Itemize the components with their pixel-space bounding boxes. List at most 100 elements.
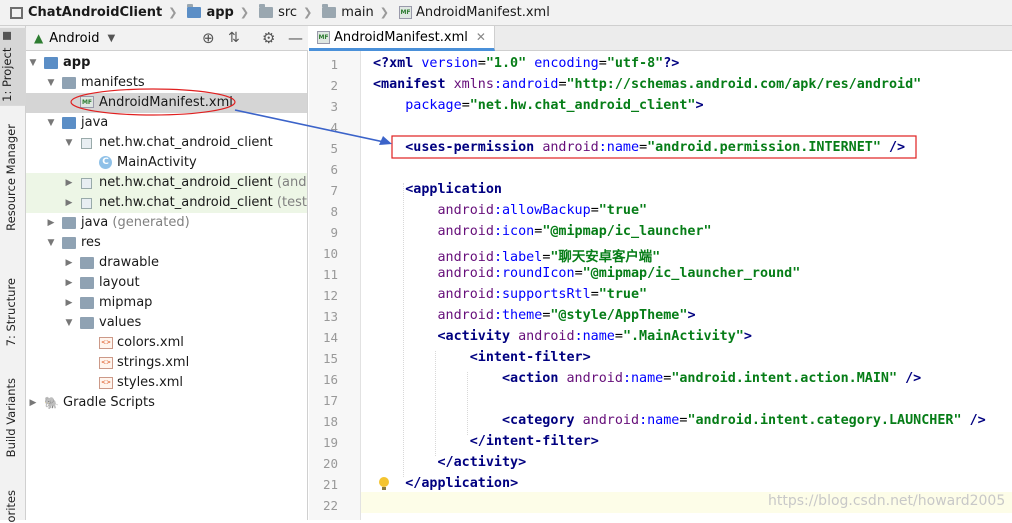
chevron-right-icon: ❯ [303,6,313,19]
tree-item-java[interactable]: ▼ java [26,113,307,133]
code-line[interactable]: <category android:name="android.intent.c… [373,413,986,428]
gear-icon[interactable]: ⚙ [262,29,275,47]
package-icon [81,198,92,209]
collapse-all-icon[interactable]: ⇅ [228,30,240,46]
resource-folder-icon [62,237,76,249]
code-line[interactable]: </application> [373,476,518,491]
code-line[interactable]: <uses-permission android:name="android.p… [373,140,905,155]
close-icon[interactable]: ✕ [476,30,486,44]
tree-item-java-generated[interactable]: ▶ java (generated) [26,213,307,233]
code-line[interactable]: </activity> [373,455,527,470]
code-line[interactable]: <manifest xmlns:android="http://schemas.… [373,77,921,92]
code-line[interactable]: android:supportsRtl="true" [373,287,648,302]
package-icon [81,178,92,189]
breadcrumb-main[interactable]: main ❯ [312,4,389,20]
chevron-right-icon[interactable]: ▶ [64,173,74,193]
tree-item-res[interactable]: ▼ res [26,233,307,253]
tab-androidmanifest[interactable]: MF AndroidManifest.xml ✕ [309,26,495,51]
xml-file-icon: <> [99,377,113,389]
resource-manager-tool-tab[interactable]: Resource Manager [4,124,18,231]
tree-item-colors-xml[interactable]: <> colors.xml [26,333,307,353]
code-line[interactable]: <action android:name="android.intent.act… [373,371,921,386]
code-line[interactable]: android:icon="@mipmap/ic_launcher" [373,224,712,239]
tree-item-values[interactable]: ▼ values [26,313,307,333]
line-number: 6 [330,162,338,177]
build-variants-tool-tab[interactable]: Build Variants [4,378,18,457]
line-number: 12 [322,288,338,303]
tree-item-strings-xml[interactable]: <> strings.xml [26,353,307,373]
line-number: 13 [322,309,338,324]
tree-item-package-main[interactable]: ▼ net.hw.chat_android_client [26,133,307,153]
chevron-down-icon[interactable]: ▼ [108,33,116,44]
folder-icon [80,317,94,329]
tree-item-mainactivity[interactable]: C MainActivity [26,153,307,173]
chevron-right-icon: ❯ [239,6,250,19]
code-line[interactable]: android:roundIcon="@mipmap/ic_launcher_r… [373,266,801,281]
chevron-right-icon[interactable]: ▶ [64,253,74,273]
breadcrumb-module[interactable]: app ❯ [177,4,250,20]
chevron-right-icon[interactable]: ▶ [28,393,38,413]
folder-icon [62,77,76,89]
code-line[interactable]: <activity android:name=".MainActivity"> [373,329,752,344]
code-line[interactable]: android:theme="@style/AppTheme"> [373,308,696,323]
breadcrumb-file[interactable]: MF AndroidManifest.xml [389,5,550,20]
code-line[interactable]: android:label="聊天安卓客户端" [373,245,661,265]
android-icon: ▲ [34,31,44,45]
folder-icon [3,32,11,40]
chevron-down-icon[interactable]: ▼ [46,113,56,133]
line-number: 14 [322,330,338,345]
tree-item-package-androidtest[interactable]: ▶ net.hw.chat_android_client (androidT [26,173,307,193]
code-line[interactable]: android:allowBackup="true" [373,203,648,218]
project-panel-header: ▲ Android ▼ ⊕ ⇅ ⚙ — [26,26,308,51]
chevron-right-icon[interactable]: ▶ [64,293,74,313]
chevron-right-icon[interactable]: ▶ [64,193,74,213]
line-number: 22 [322,498,338,513]
chevron-down-icon[interactable]: ▼ [28,53,38,73]
module-folder-icon [187,4,202,18]
source-folder-icon [62,117,76,129]
xml-file-icon: <> [99,337,113,349]
tree-item-androidmanifest[interactable]: MF AndroidManifest.xml [26,93,307,113]
favorites-tool-tab[interactable]: orites [4,490,18,523]
chevron-down-icon[interactable]: ▼ [46,233,56,253]
folder-icon [322,4,337,18]
breadcrumb-project[interactable]: ChatAndroidClient ❯ [0,5,177,20]
code-line[interactable]: </intent-filter> [373,434,599,449]
breadcrumb-src[interactable]: src ❯ [249,4,313,20]
tree-item-gradle-scripts[interactable]: ▶ 🐘 Gradle Scripts [26,393,307,413]
structure-tool-tab[interactable]: 7: Structure [4,278,18,346]
package-icon [81,138,92,149]
chevron-right-icon[interactable]: ▶ [64,273,74,293]
chevron-down-icon[interactable]: ▼ [64,313,74,333]
tree-item-drawable[interactable]: ▶ drawable [26,253,307,273]
chevron-down-icon[interactable]: ▼ [64,133,74,153]
gradle-icon: 🐘 [44,396,59,410]
line-number: 21 [322,477,338,492]
tree-item-manifests[interactable]: ▼ manifests [26,73,307,93]
tree-item-app[interactable]: ▼ app [26,53,307,73]
code-line[interactable]: <?xml version="1.0" encoding="utf-8"?> [373,56,679,71]
project-tree: ▼ app ▼ manifests MF AndroidManifest.xml… [26,51,308,520]
chevron-down-icon[interactable]: ▼ [46,73,56,93]
intention-bulb-icon[interactable] [378,476,390,492]
tree-item-mipmap[interactable]: ▶ mipmap [26,293,307,313]
watermark: https://blog.csdn.net/howard2005 [768,493,1006,509]
tree-item-styles-xml[interactable]: <> styles.xml [26,373,307,393]
code-editor[interactable]: <?xml version="1.0" encoding="utf-8"?> <m… [361,51,1012,520]
hide-icon[interactable]: — [288,29,303,47]
chevron-right-icon: ❯ [168,6,178,19]
code-line[interactable]: <application [373,182,502,197]
line-number: 16 [322,372,338,387]
view-mode-selector[interactable]: Android [49,31,99,46]
code-line[interactable]: package="net.hw.chat_android_client"> [373,98,703,113]
locate-icon[interactable]: ⊕ [202,29,215,47]
line-number: 17 [322,393,338,408]
code-line[interactable]: <intent-filter> [373,350,591,365]
line-number: 1 [330,57,338,72]
line-number: 9 [330,225,338,240]
chevron-right-icon: ❯ [379,6,389,19]
chevron-right-icon[interactable]: ▶ [46,213,56,233]
project-tool-tab[interactable]: 1: Project [0,28,26,106]
tree-item-layout[interactable]: ▶ layout [26,273,307,293]
tree-item-package-test[interactable]: ▶ net.hw.chat_android_client (test) [26,193,307,213]
